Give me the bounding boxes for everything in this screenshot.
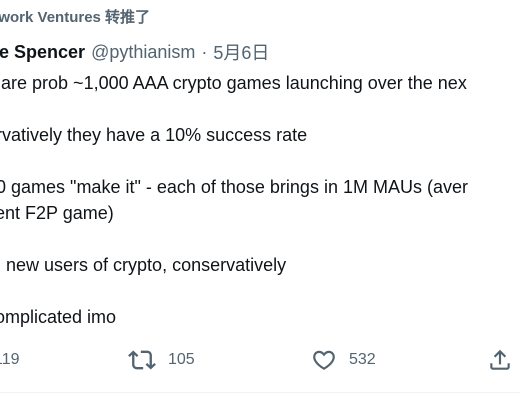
tweet-line: ervatively they have a 10% success rate [0, 125, 308, 145]
tweet-actions: 119 105 532 [0, 340, 520, 380]
share-icon [487, 347, 513, 373]
retweet-context-text: ework Ventures 转推了 [0, 8, 151, 26]
retweet-icon [128, 346, 156, 374]
heart-icon [311, 347, 337, 373]
tweet-date[interactable]: 5月6日 [213, 39, 269, 65]
bottom-divider [0, 392, 520, 393]
tweet-line [0, 148, 520, 174]
tweet-header: ce Spencer @pythianism · 5月6日 [0, 36, 269, 68]
tweet-line: e are prob ~1,000 AAA crypto games launc… [0, 73, 467, 93]
share-button[interactable] [487, 340, 513, 380]
tweet-line: complicated imo [0, 307, 117, 327]
retweet-context: ework Ventures 转推了 [0, 4, 150, 28]
author-name[interactable]: ce Spencer [0, 42, 85, 63]
header-separator: · [201, 41, 208, 62]
tweet-line: 00 games "make it" - each of those bring… [0, 177, 468, 197]
retweet-count: 105 [168, 351, 195, 368]
author-handle[interactable]: @pythianism [91, 42, 195, 63]
tweet-line: cent F2P game) [0, 203, 114, 223]
tweet-line [0, 226, 520, 252]
retweet-button[interactable]: 105 [128, 340, 195, 380]
reply-count: 119 [0, 351, 20, 368]
reply-button[interactable]: 119 [0, 340, 20, 380]
tweet-line: M new users of crypto, conservatively [0, 255, 287, 275]
tweet-card[interactable]: ework Ventures 转推了 ce Spencer @pythianis… [0, 0, 520, 400]
like-button[interactable]: 532 [311, 340, 376, 380]
like-count: 532 [349, 351, 376, 368]
tweet-line [0, 278, 520, 304]
tweet-line [0, 96, 520, 122]
tweet-text: e are prob ~1,000 AAA crypto games launc… [0, 70, 520, 330]
